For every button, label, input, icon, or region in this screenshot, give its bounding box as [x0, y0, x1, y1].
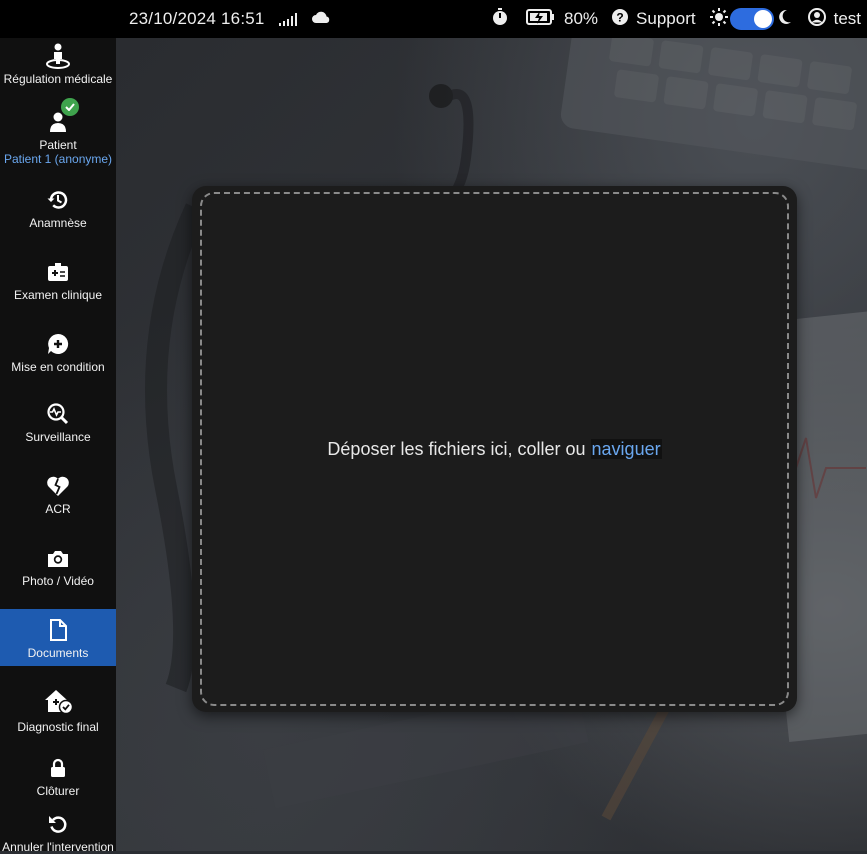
sidebar-item-diagnostic-final[interactable]: Diagnostic final — [0, 686, 116, 734]
document-icon — [49, 618, 67, 642]
dropzone-instruction: Déposer les fichiers ici, coller ou — [327, 438, 591, 459]
sidebar-item-label: Examen clinique — [13, 288, 103, 302]
sidebar-item-documents[interactable]: Documents — [0, 609, 116, 666]
top-bar-right: 80% ? Support test — [492, 0, 861, 38]
user-icon[interactable] — [807, 7, 826, 31]
monitoring-search-icon — [47, 402, 69, 426]
history-icon — [47, 188, 69, 212]
sidebar-item-label: Régulation médicale — [3, 72, 113, 86]
theme-toggle[interactable] — [729, 8, 774, 30]
timer-icon[interactable] — [492, 7, 508, 31]
sidebar-item-label: Clôturer — [36, 784, 80, 798]
sidebar-item-label: Patient — [39, 138, 77, 152]
dropzone-text: Déposer les fichiers ici, coller ou navi… — [327, 438, 662, 460]
sidebar-item-examen-clinique[interactable]: Examen clinique — [0, 260, 116, 302]
medical-card-icon — [47, 260, 69, 284]
sidebar-item-acr[interactable]: ACR — [0, 474, 116, 516]
person-pin-icon — [46, 43, 70, 69]
sidebar: Régulation médicale Patient Patient 1 (a… — [0, 38, 116, 854]
battery-level: 80% — [564, 9, 599, 28]
sidebar-item-patient[interactable]: Patient Patient 1 (anonyme) — [0, 98, 116, 166]
sidebar-item-anamnese[interactable]: Anamnèse — [0, 188, 116, 230]
patient-sublabel: Patient 1 (anonyme) — [3, 152, 113, 166]
sidebar-item-label: Photo / Vidéo — [22, 574, 94, 588]
cloud-icon — [311, 10, 331, 29]
battery-charging-icon — [526, 8, 556, 31]
file-dropzone[interactable]: Déposer les fichiers ici, coller ou navi… — [200, 192, 789, 706]
datetime: 23/10/2024 16:51 — [129, 9, 265, 28]
sun-icon — [709, 7, 728, 31]
sidebar-item-cloturer[interactable]: Clôturer — [0, 756, 116, 798]
moon-icon — [778, 9, 792, 30]
sidebar-item-label: Annuler l'intervention — [2, 840, 114, 854]
broken-heart-icon — [46, 474, 70, 498]
sidebar-item-mise-en-condition[interactable]: Mise en condition — [0, 332, 116, 374]
browse-link[interactable]: naviguer — [590, 438, 662, 459]
check-icon — [61, 98, 79, 116]
top-bar: 23/10/2024 16:51 80% ? Support test — [0, 0, 867, 38]
sidebar-item-label: Surveillance — [25, 430, 91, 444]
patient-icon — [49, 98, 79, 134]
top-bar-left: 23/10/2024 16:51 — [129, 0, 331, 38]
chat-plus-icon — [47, 332, 69, 356]
signal-icon — [278, 12, 297, 26]
lock-icon — [50, 756, 66, 780]
sidebar-item-label: Documents — [27, 646, 89, 660]
sidebar-item-annuler[interactable]: Annuler l'intervention — [0, 812, 116, 854]
sidebar-item-label: ACR — [45, 502, 71, 516]
sidebar-item-label: Anamnèse — [29, 216, 87, 230]
user-name[interactable]: test — [834, 9, 861, 29]
undo-icon — [48, 812, 68, 836]
help-icon[interactable]: ? — [612, 8, 629, 30]
dropzone-card: Déposer les fichiers ici, coller ou navi… — [192, 186, 797, 712]
sidebar-item-regulation[interactable]: Régulation médicale — [0, 43, 116, 86]
sidebar-item-surveillance[interactable]: Surveillance — [0, 402, 116, 444]
home-medical-check-icon — [43, 686, 73, 716]
main-content: Déposer les fichiers ici, coller ou navi… — [116, 38, 867, 851]
sidebar-item-label: Diagnostic final — [17, 720, 99, 734]
support-link[interactable]: Support — [636, 9, 696, 29]
sidebar-item-label: Mise en condition — [11, 360, 105, 374]
sidebar-item-photo-video[interactable]: Photo / Vidéo — [0, 546, 116, 588]
svg-text:?: ? — [616, 10, 623, 24]
camera-icon — [47, 546, 69, 570]
toggle-knob — [753, 10, 772, 28]
